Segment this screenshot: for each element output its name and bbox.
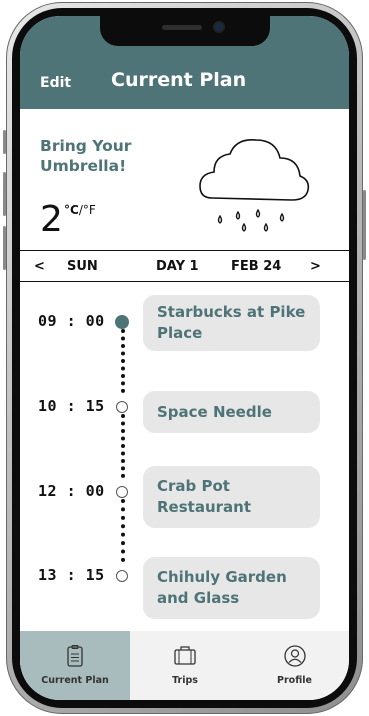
- weather-message: Bring Your Umbrella!: [40, 137, 132, 175]
- celsius-unit[interactable]: °C: [64, 203, 79, 217]
- day-date: FEB 24: [231, 259, 282, 274]
- timeline-connector: [121, 414, 129, 478]
- volume-down-button: [3, 226, 6, 270]
- day-name: SUN: [67, 259, 98, 274]
- tab-current-plan[interactable]: Current Plan: [20, 631, 130, 700]
- document-icon: [67, 645, 83, 667]
- power-button: [363, 190, 366, 260]
- timeline-connector: [121, 499, 129, 562]
- tab-profile[interactable]: Profile: [240, 631, 349, 700]
- tab-label: Profile: [277, 675, 312, 686]
- timeline-connector: [121, 329, 129, 393]
- app-header: Edit Current Plan: [20, 16, 349, 109]
- volume-up-button: [3, 172, 6, 216]
- temperature-unit-toggle[interactable]: °C/°F: [64, 203, 96, 217]
- camera: [215, 23, 223, 31]
- timeline-marker: [116, 570, 128, 582]
- timeline-marker-active: [115, 315, 129, 329]
- day-number: DAY 1: [156, 259, 199, 274]
- timeline-time: 12 : 00: [38, 482, 105, 500]
- notch: [100, 16, 270, 46]
- next-day-button[interactable]: >: [310, 259, 321, 274]
- tab-trips[interactable]: Trips: [130, 631, 240, 700]
- itinerary-card[interactable]: Starbucks at Pike Place: [143, 295, 320, 351]
- previous-day-button[interactable]: <: [34, 259, 45, 274]
- tab-label: Current Plan: [41, 675, 109, 686]
- speaker: [162, 25, 202, 30]
- fahrenheit-unit[interactable]: °F: [83, 203, 96, 217]
- app-screen: Edit Current Plan Bring Your Umbrella! 2…: [20, 16, 349, 700]
- page-title: Current Plan: [111, 69, 247, 91]
- rain-cloud-icon: [199, 138, 310, 232]
- timeline-marker: [116, 401, 128, 413]
- timeline-marker: [116, 486, 128, 498]
- mute-switch: [3, 130, 6, 154]
- temperature-value: 2: [40, 199, 63, 240]
- itinerary-card[interactable]: Crab Pot Restaurant: [143, 466, 320, 528]
- day-navigator: < SUN DAY 1 FEB 24 >: [20, 250, 349, 282]
- tab-bar: Current Plan Trips Profile: [20, 631, 349, 700]
- timeline-time: 09 : 00: [38, 312, 105, 330]
- profile-icon: [283, 645, 306, 667]
- timeline-time: 13 : 15: [38, 566, 105, 584]
- itinerary-card[interactable]: Chihuly Garden and Glass: [143, 557, 320, 619]
- edit-button[interactable]: Edit: [40, 75, 71, 91]
- tab-label: Trips: [172, 675, 198, 686]
- timeline-time: 10 : 15: [38, 397, 105, 415]
- suitcase-icon: [174, 646, 196, 665]
- itinerary-card[interactable]: Space Needle: [143, 391, 320, 433]
